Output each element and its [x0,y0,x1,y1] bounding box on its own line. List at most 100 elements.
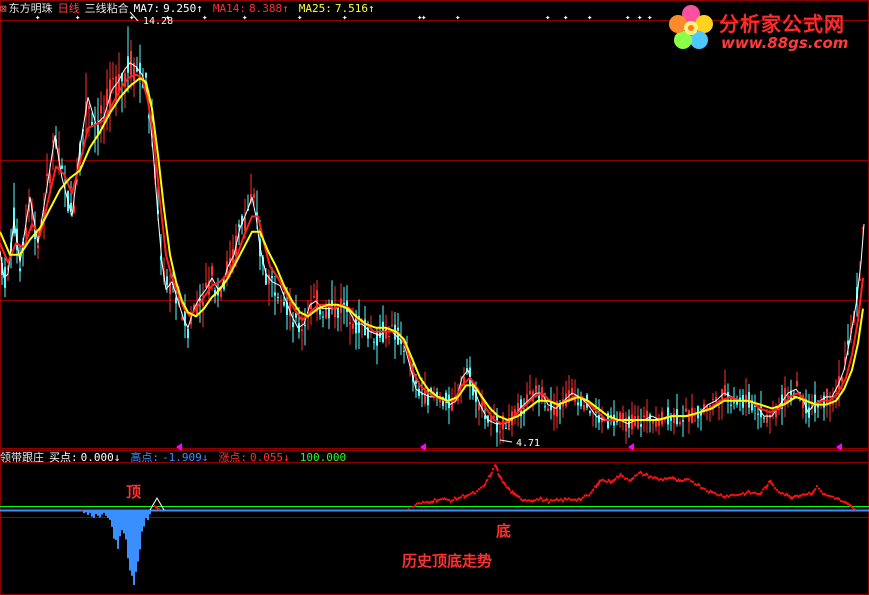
candle-body [622,413,624,420]
candle-body [274,292,276,296]
indicator-red-segment [617,474,621,479]
indicator-red-segment [539,496,543,501]
sub-indicator-name[interactable]: 领带跟庄 [0,451,44,464]
logo-url: www.88gs.com [721,34,849,52]
indicator-red-segment [567,497,571,501]
indicator-red-segment [563,496,567,501]
candle-body [304,325,306,327]
indicator-red-segment [543,498,547,502]
indicator-red-segment [559,497,563,501]
indicator-red-segment [431,499,435,504]
indicator-red-segment [457,496,461,500]
signal-mark: ✦ [625,13,631,23]
candle-body [88,105,90,110]
trend-label: 历史顶底走势 [402,552,493,570]
indicator-red-segment [561,499,565,503]
indicator-red-segment [483,482,487,487]
indicator-red-segment [451,498,455,502]
indicator-red-segment [771,483,775,487]
candle-body [388,335,390,337]
indicator-red-segment [579,497,583,502]
indicator-red-segment [823,492,827,497]
indicator-red-segment [471,490,475,494]
indicator-red-segment [155,506,159,510]
candle-body [544,406,546,408]
candle-body [313,296,315,298]
candle-body [181,317,183,320]
candle-body [319,309,321,315]
candle-body [175,297,177,304]
indicator-red-segment [851,506,855,510]
candle-body [391,324,393,326]
stock-name: 东方明珠 [8,2,53,15]
indicator-red-segment [573,498,577,502]
candle-body [763,417,765,419]
candle-body [679,421,681,425]
candle-body [46,173,48,176]
signal-mark: ✦ [563,13,569,23]
indicator-red-segment [745,491,749,494]
candle-body [145,73,147,78]
indicator-red-segment [437,498,441,502]
candle-body [337,307,339,318]
stock-icon[interactable]: ⊠ [0,2,7,15]
candle-body [640,424,642,427]
indicator-red-segment [473,491,477,496]
indicator-red-segment [417,501,421,505]
indicator-red-segment [679,479,683,483]
indicator-red-segment [577,497,581,501]
indicator-red-segment [443,496,447,501]
site-logo: 分析家公式网 www.88gs.com [663,2,863,54]
indicator-red-segment [819,489,823,493]
indicator-red-segment [423,501,427,504]
indicator-red-segment [521,498,525,503]
signal-mark: ✦ [455,13,461,23]
indicator-red-segment [727,494,731,499]
candle-body [712,398,714,400]
indicator-red-segment [649,475,653,479]
indicator-red-segment [747,489,751,494]
candle-body [499,431,501,433]
indicator-red-segment [799,493,803,498]
indicator-name[interactable]: 三线粘合 [85,2,129,15]
indicator-red-segment [445,498,449,501]
stock-chart[interactable]: ✦ ✦ ✦ ✦ ✦ ✦ ✦ ✦ ✦✦ ✦ ✦ ✦ ✦ ✦ ✦ ✦ 14.28 4.71 [0,0,869,595]
indicator-red-segment [613,477,617,482]
indicator-red-segment [705,489,709,493]
indicator-red-segment [499,475,503,481]
indicator-red-segment [547,500,551,505]
candle-body [670,417,672,421]
indicator-red-segment [717,493,721,497]
candle-body [187,328,189,339]
candle-body [796,381,798,387]
indicator-red-segment [449,499,453,504]
signal-mark: ✦ [421,13,427,23]
indicator-red-segment [507,486,511,492]
indicator-red-segment [827,494,831,498]
candle-body [646,410,648,418]
indicator-red-segment [697,482,701,487]
indicator-red-segment [627,478,631,482]
indicator-red-segment [511,490,515,496]
indicator-red-segment [665,477,669,481]
indicator-red-segment [659,477,663,481]
candle-body [403,350,405,352]
indicator-red-segment [495,465,499,472]
indicator-red-segment [791,495,795,500]
candle-body [373,341,375,343]
indicator-red-segment [605,480,609,484]
indicator-red-segment [153,504,157,508]
period-label[interactable]: 日线 [58,2,80,15]
indicator-red-segment [739,492,743,496]
candle-body [292,322,294,327]
indicator-red-segment [589,491,593,495]
candle-body [643,415,645,418]
indicator-red-segment [741,491,745,495]
indicator-red-segment [467,493,471,497]
indicator-red-segment [453,496,457,500]
candle-body [829,404,831,406]
grid-lines [0,20,869,518]
rise-readout: 涨点: 0.055↓ [218,451,290,464]
indicator-red-segment [797,494,801,499]
candle-body [322,316,324,318]
